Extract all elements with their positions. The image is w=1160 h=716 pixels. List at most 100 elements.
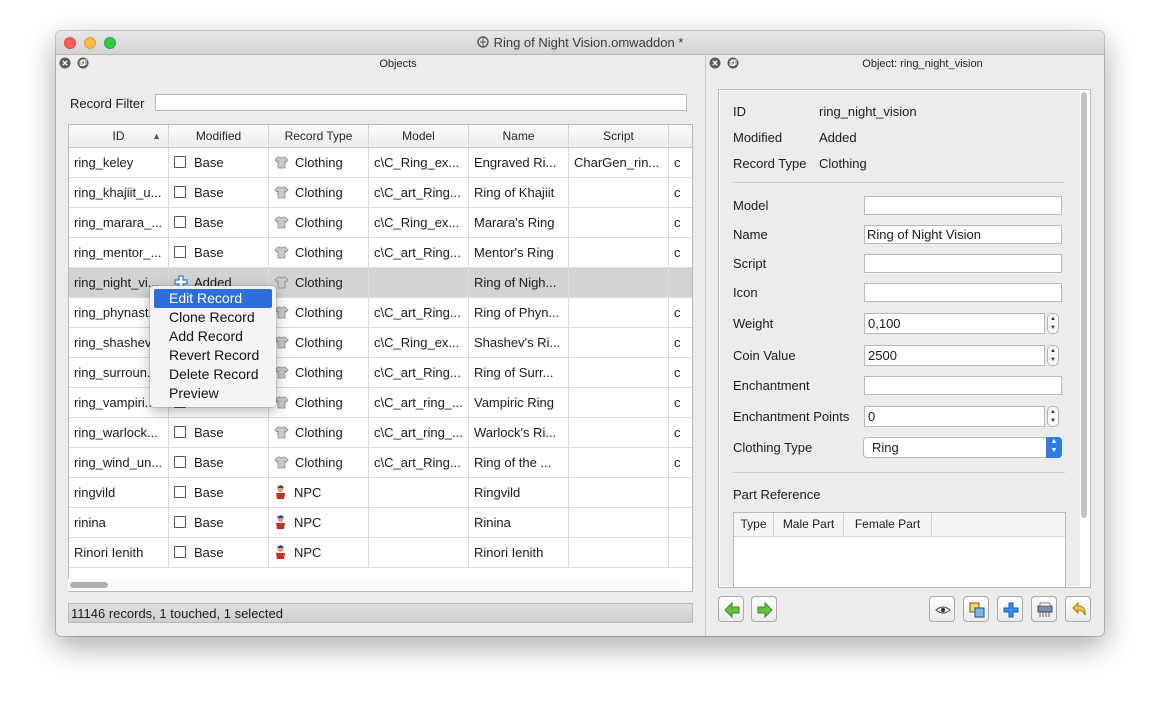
cell-record-type-text: NPC (294, 485, 322, 500)
horizontal-scrollbar-thumb[interactable] (70, 582, 108, 588)
column-header-more[interactable] (669, 125, 692, 147)
column-header-modified[interactable]: Modified (169, 125, 269, 147)
table-row[interactable]: Rinori Ienith Base NPC Rinori Ienith (69, 538, 692, 568)
model-field[interactable] (864, 196, 1062, 215)
cell-modified: Base (169, 148, 269, 178)
dock-close-icon[interactable] (59, 57, 71, 69)
table-row[interactable]: ring_mentor_... Base Clothing c\C_art_Ring.… (69, 238, 692, 268)
cell-model: c\C_art_ring_... (369, 388, 469, 418)
panel-vertical-scrollbar[interactable] (1081, 92, 1087, 518)
previous-record-button[interactable] (718, 596, 744, 622)
cell-id-text: ring_shashev... (74, 335, 162, 350)
table-row[interactable]: ring_wind_un... Base Clothing c\C_art_Ring.… (69, 448, 692, 478)
cell-modified-text: Base (194, 245, 224, 260)
add-button[interactable] (997, 596, 1023, 622)
menu-item-revert-record[interactable]: Revert Record (154, 346, 272, 365)
column-header-record-type[interactable]: Record Type (269, 125, 369, 147)
cell-id: Rinori Ienith (69, 538, 169, 568)
next-record-button[interactable] (751, 596, 777, 622)
npc-icon (276, 485, 285, 499)
table-row[interactable]: rinina Base NPC Rinina (69, 508, 692, 538)
base-checkbox-icon (174, 456, 186, 468)
cell-extra: c (669, 448, 692, 478)
column-header-script[interactable]: Script (569, 125, 669, 147)
menu-item-delete-record[interactable]: Delete Record (154, 365, 272, 384)
column-header-id[interactable]: ID ▲ (69, 125, 169, 147)
cell-name: Ring of the ... (469, 448, 569, 478)
coin-value-label: Coin Value (733, 348, 796, 363)
cell-modified-text: Base (194, 185, 224, 200)
record-filter-input[interactable] (155, 94, 687, 111)
cell-name: Rinina (469, 508, 569, 538)
enchantment-field[interactable] (864, 376, 1062, 395)
base-checkbox-icon (174, 156, 186, 168)
cell-name: Shashev's Ri... (469, 328, 569, 358)
cell-extra: c (669, 298, 692, 328)
table-row[interactable]: ring_marara_... Base Clothing c\C_Ring_ex..… (69, 208, 692, 238)
table-row[interactable]: ring_khajiit_u... Base Clothing c\C_art_Rin… (69, 178, 692, 208)
cell-script (569, 178, 669, 208)
preview-button[interactable] (929, 596, 955, 622)
cell-id-text: ring_night_vi... (74, 275, 159, 290)
table-horizontal-scrollbar[interactable] (68, 579, 679, 591)
cell-extra: c (669, 388, 692, 418)
cell-extra-text: c (674, 455, 681, 470)
menu-item-clone-record[interactable]: Clone Record (154, 308, 272, 327)
table-row[interactable]: ring_keley Base Clothing c\C_Ring_ex... Engr… (69, 148, 692, 178)
delete-button[interactable] (1031, 596, 1057, 622)
cell-name: Mentor's Ring (469, 238, 569, 268)
object-dock-close-icon[interactable] (709, 57, 721, 69)
part-column-type[interactable]: Type (734, 513, 774, 536)
icon-field[interactable] (864, 283, 1062, 302)
coin-value-stepper[interactable]: ▲ ▼ (1047, 345, 1059, 366)
cell-record-type-text: Clothing (295, 425, 343, 440)
app-icon (476, 36, 489, 48)
script-field[interactable] (864, 254, 1062, 273)
cell-record-type-text: Clothing (295, 275, 343, 290)
enchantment-points-stepper[interactable]: ▲ ▼ (1047, 406, 1059, 427)
cell-name: Vampiric Ring (469, 388, 569, 418)
cell-extra: c (669, 148, 692, 178)
record-editor-form: ID ring_night_vision Modified Added Reco… (720, 91, 1080, 587)
weight-field[interactable]: 0,100 (864, 313, 1045, 334)
cell-script (569, 418, 669, 448)
clothing-type-select[interactable]: Ring ▲ ▼ (863, 437, 1062, 458)
coin-value-field[interactable]: 2500 (864, 345, 1045, 366)
cell-modified-text: Base (194, 515, 224, 530)
part-reference-table[interactable]: Type Male Part Female Part (733, 512, 1066, 587)
cell-modified-text: Base (194, 425, 224, 440)
column-header-name[interactable]: Name (469, 125, 569, 147)
clothing-shirt-icon (274, 276, 289, 289)
column-header-model[interactable]: Model (369, 125, 469, 147)
dock-float-icon[interactable] (77, 57, 89, 69)
cell-id-text: Rinori Ienith (74, 545, 144, 560)
cell-extra: c (669, 238, 692, 268)
cell-model-text: c\C_Ring_ex... (374, 335, 460, 350)
status-bar: 11146 records, 1 touched, 1 selected (68, 603, 693, 623)
weight-stepper[interactable]: ▲ ▼ (1047, 313, 1059, 334)
cell-record-type: NPC (269, 538, 369, 568)
cell-name-text: Ringvild (474, 485, 521, 500)
cell-modified: Base (169, 178, 269, 208)
clone-button[interactable] (963, 596, 989, 622)
menu-item-preview[interactable]: Preview (154, 384, 272, 403)
part-column-female[interactable]: Female Part (844, 513, 932, 536)
name-field[interactable]: Ring of Night Vision (864, 225, 1062, 244)
enchantment-points-field[interactable]: 0 (864, 406, 1045, 427)
part-column-male[interactable]: Male Part (774, 513, 844, 536)
table-row[interactable]: ringvild Base NPC Ringvild (69, 478, 692, 508)
dock-splitter[interactable] (705, 54, 706, 636)
cell-name: Marara's Ring (469, 208, 569, 238)
cell-modified-text: Base (194, 485, 224, 500)
menu-item-add-record[interactable]: Add Record (154, 327, 272, 346)
menu-item-edit-record[interactable]: Edit Record (154, 289, 272, 308)
cell-extra-text: c (674, 185, 681, 200)
cell-extra-text: c (674, 215, 681, 230)
object-dock-title: Object: ring_night_vision (862, 58, 983, 70)
table-row[interactable]: ring_warlock... Base Clothing c\C_art_ring_… (69, 418, 692, 448)
clothing-shirt-icon (274, 216, 289, 229)
object-dock-float-icon[interactable] (727, 57, 739, 69)
base-checkbox-icon (174, 516, 186, 528)
npc-icon (276, 515, 285, 529)
revert-button[interactable] (1065, 596, 1091, 622)
